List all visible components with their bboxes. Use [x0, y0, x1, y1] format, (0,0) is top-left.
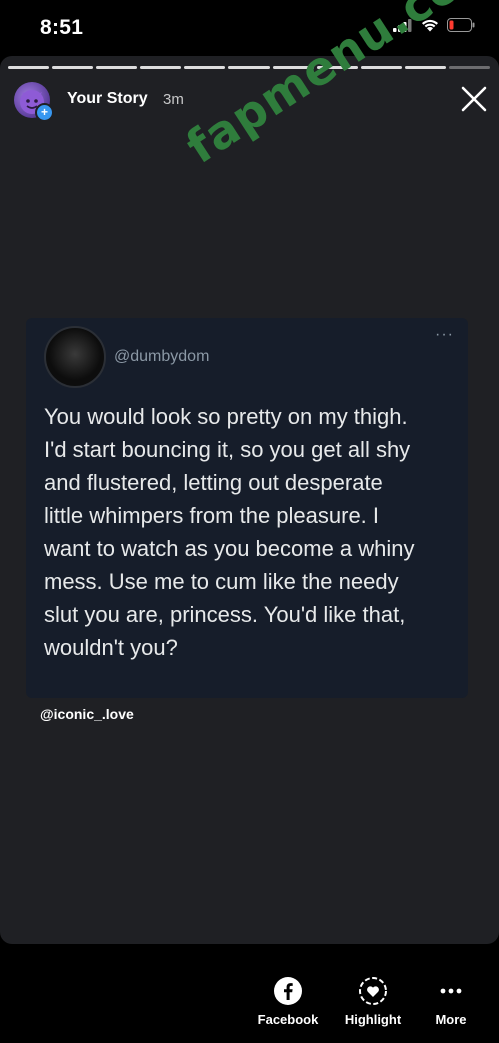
highlight-button[interactable]: Highlight	[333, 976, 413, 1027]
tweet-card: @dumbydom ··· You would look so pretty o…	[26, 318, 468, 698]
credit-tag[interactable]: @iconic_.love	[40, 706, 134, 722]
close-button[interactable]	[459, 84, 489, 114]
more-button[interactable]: More	[411, 976, 491, 1027]
facebook-label: Facebook	[257, 1012, 319, 1027]
progress-segment-current	[404, 66, 446, 69]
story-time-ago: 3m	[163, 91, 184, 108]
story-progress-bar	[8, 66, 491, 69]
tweet-handle: @dumbydom	[114, 348, 210, 365]
add-story-icon[interactable]: +	[35, 103, 54, 122]
avatar[interactable]: +	[14, 82, 54, 122]
story-actions: Facebook Highlight More	[0, 944, 499, 1043]
progress-segment	[52, 66, 94, 69]
tweet-avatar	[44, 326, 106, 388]
close-icon	[461, 86, 487, 112]
progress-segment	[448, 66, 491, 69]
status-time: 8:51	[40, 16, 84, 39]
progress-segment	[228, 66, 270, 69]
highlight-heart-icon	[359, 977, 387, 1005]
more-label: More	[435, 1012, 467, 1027]
progress-segment	[184, 66, 226, 69]
progress-segment	[96, 66, 138, 69]
battery-icon	[447, 18, 475, 37]
story-username[interactable]: Your Story	[67, 90, 148, 108]
facebook-icon	[274, 977, 302, 1005]
facebook-button[interactable]: Facebook	[248, 976, 328, 1027]
more-horizontal-icon	[440, 988, 462, 994]
more-dots-icon: ···	[435, 326, 454, 343]
highlight-label: Highlight	[344, 1012, 402, 1027]
tweet-text: You would look so pretty on my thigh. I'…	[44, 404, 415, 660]
story-viewer: 8:51 + Your Story 3m @dumbydom ··· You w…	[0, 0, 499, 1043]
progress-segment	[8, 66, 50, 69]
story-card[interactable]: + Your Story 3m @dumbydom ··· You would …	[0, 56, 499, 944]
progress-segment	[140, 66, 182, 69]
